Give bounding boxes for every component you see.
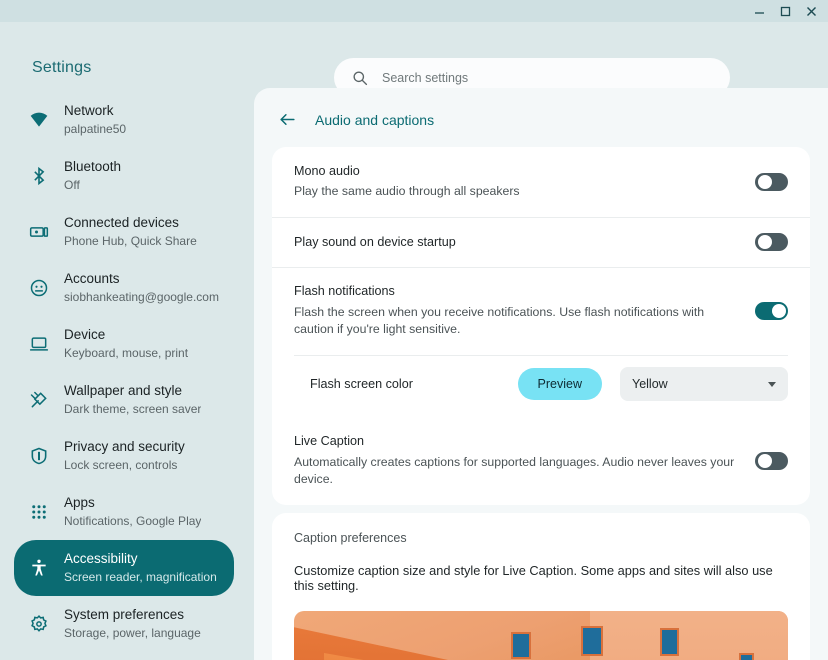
preview-button[interactable]: Preview (518, 368, 602, 400)
chevron-down-icon (768, 382, 776, 387)
setting-row-mono-audio[interactable]: Mono audio Play the same audio through a… (272, 147, 810, 217)
flash-screen-color-row: Flash screen color Preview Yellow (272, 355, 810, 417)
sidebar-item-network[interactable]: Network palpatine50 (14, 92, 234, 148)
sidebar: Network palpatine50 Bluetooth Off Co (0, 88, 248, 660)
sidebar-item-label: Apps (64, 495, 201, 512)
live-caption-toggle[interactable] (755, 452, 788, 470)
laptop-icon (28, 333, 50, 355)
row-subtitle: Automatically creates captions for suppo… (294, 454, 737, 490)
row-subtitle: Flash the screen when you receive notifi… (294, 304, 737, 340)
caption-preferences-description: Customize caption size and style for Liv… (294, 563, 788, 593)
sidebar-item-wallpaper-and-style[interactable]: Wallpaper and style Dark theme, screen s… (14, 372, 234, 428)
sidebar-item-label: Wallpaper and style (64, 383, 201, 400)
sidebar-item-sublabel: palpatine50 (64, 122, 126, 137)
startup-sound-toggle[interactable] (755, 233, 788, 251)
sidebar-item-label: Privacy and security (64, 439, 185, 456)
top-bar: Settings (0, 22, 828, 88)
sidebar-item-sublabel: siobhankeating@google.com (64, 290, 219, 305)
sidebar-item-sublabel: Keyboard, mouse, print (64, 346, 188, 361)
maximize-button[interactable] (772, 0, 798, 22)
setting-row-live-caption[interactable]: Live Caption Automatically creates capti… (272, 417, 810, 505)
close-button[interactable] (798, 0, 824, 22)
page-title: Audio and captions (315, 112, 434, 128)
mono-audio-toggle[interactable] (755, 173, 788, 191)
caption-preferences-card: Caption preferences Customize caption si… (272, 513, 810, 660)
gear-icon (28, 613, 50, 635)
sidebar-item-sublabel: Off (64, 178, 121, 193)
minimize-button[interactable] (746, 0, 772, 22)
sidebar-item-label: Accounts (64, 271, 219, 288)
flash-notifications-toggle[interactable] (755, 302, 788, 320)
sidebar-item-system-preferences[interactable]: System preferences Storage, power, langu… (14, 596, 234, 652)
flash-screen-color-label: Flash screen color (310, 377, 518, 391)
main-content: Audio and captions Mono audio Play the s… (254, 88, 828, 660)
sidebar-item-device[interactable]: Device Keyboard, mouse, print (14, 316, 234, 372)
row-title: Flash notifications (294, 283, 737, 299)
row-title: Mono audio (294, 163, 520, 179)
sidebar-item-label: Accessibility (64, 551, 217, 568)
setting-row-flash-notifications[interactable]: Flash notifications Flash the screen whe… (272, 267, 810, 355)
account-icon (28, 277, 50, 299)
connected-devices-icon (28, 221, 50, 243)
sidebar-item-apps[interactable]: Apps Notifications, Google Play (14, 484, 234, 540)
window-pane (739, 653, 755, 660)
window-body: Network palpatine50 Bluetooth Off Co (0, 88, 828, 660)
app-title: Settings (32, 59, 91, 77)
window-pane (511, 632, 531, 659)
sidebar-item-sublabel: Storage, power, language (64, 626, 201, 641)
close-icon (806, 6, 817, 17)
sidebar-item-label: Device (64, 327, 188, 344)
row-title: Play sound on device startup (294, 234, 456, 250)
sidebar-item-connected-devices[interactable]: Connected devices Phone Hub, Quick Share (14, 204, 234, 260)
sidebar-item-bluetooth[interactable]: Bluetooth Off (14, 148, 234, 204)
accessibility-icon (28, 557, 50, 579)
sidebar-item-label: Bluetooth (64, 159, 121, 176)
row-title: Live Caption (294, 433, 737, 449)
sidebar-item-label: System preferences (64, 607, 201, 624)
caption-preferences-heading: Caption preferences (294, 531, 788, 545)
apps-grid-icon (28, 501, 50, 523)
shield-icon (28, 445, 50, 467)
wifi-icon (28, 109, 50, 131)
setting-row-startup-sound[interactable]: Play sound on device startup (272, 217, 810, 267)
caption-preview-image: The quick brown fox jumps over the lazy … (294, 611, 788, 660)
sidebar-item-sublabel: Dark theme, screen saver (64, 402, 201, 417)
window-pane (581, 626, 603, 656)
building-facade (590, 611, 788, 660)
sidebar-item-label: Network (64, 103, 126, 120)
sidebar-item-accounts[interactable]: Accounts siobhankeating@google.com (14, 260, 234, 316)
back-arrow-icon[interactable] (278, 110, 297, 129)
sidebar-item-sublabel: Phone Hub, Quick Share (64, 234, 197, 249)
sidebar-item-privacy-and-security[interactable]: Privacy and security Lock screen, contro… (14, 428, 234, 484)
settings-window: Settings Network palpatine50 (0, 0, 828, 660)
brush-icon (28, 389, 50, 411)
content-scroll-area[interactable]: Audio and captions Mono audio Play the s… (254, 88, 828, 660)
flash-color-selected-value: Yellow (632, 377, 668, 391)
maximize-icon (780, 6, 791, 17)
flash-color-select[interactable]: Yellow (620, 367, 788, 401)
window-pane (660, 628, 680, 657)
sidebar-item-sublabel: Lock screen, controls (64, 458, 185, 473)
sidebar-item-sublabel: Screen reader, magnification (64, 570, 217, 585)
audio-settings-card: Mono audio Play the same audio through a… (272, 147, 810, 505)
sidebar-item-accessibility[interactable]: Accessibility Screen reader, magnificati… (14, 540, 234, 596)
bluetooth-icon (28, 165, 50, 187)
minimize-icon (754, 6, 765, 17)
page-header: Audio and captions (254, 88, 828, 147)
search-icon (352, 70, 368, 86)
search-input[interactable] (382, 71, 712, 85)
sidebar-item-label: Connected devices (64, 215, 197, 232)
sidebar-item-sublabel: Notifications, Google Play (64, 514, 201, 529)
title-bar (0, 0, 828, 22)
row-subtitle: Play the same audio through all speakers (294, 183, 520, 201)
